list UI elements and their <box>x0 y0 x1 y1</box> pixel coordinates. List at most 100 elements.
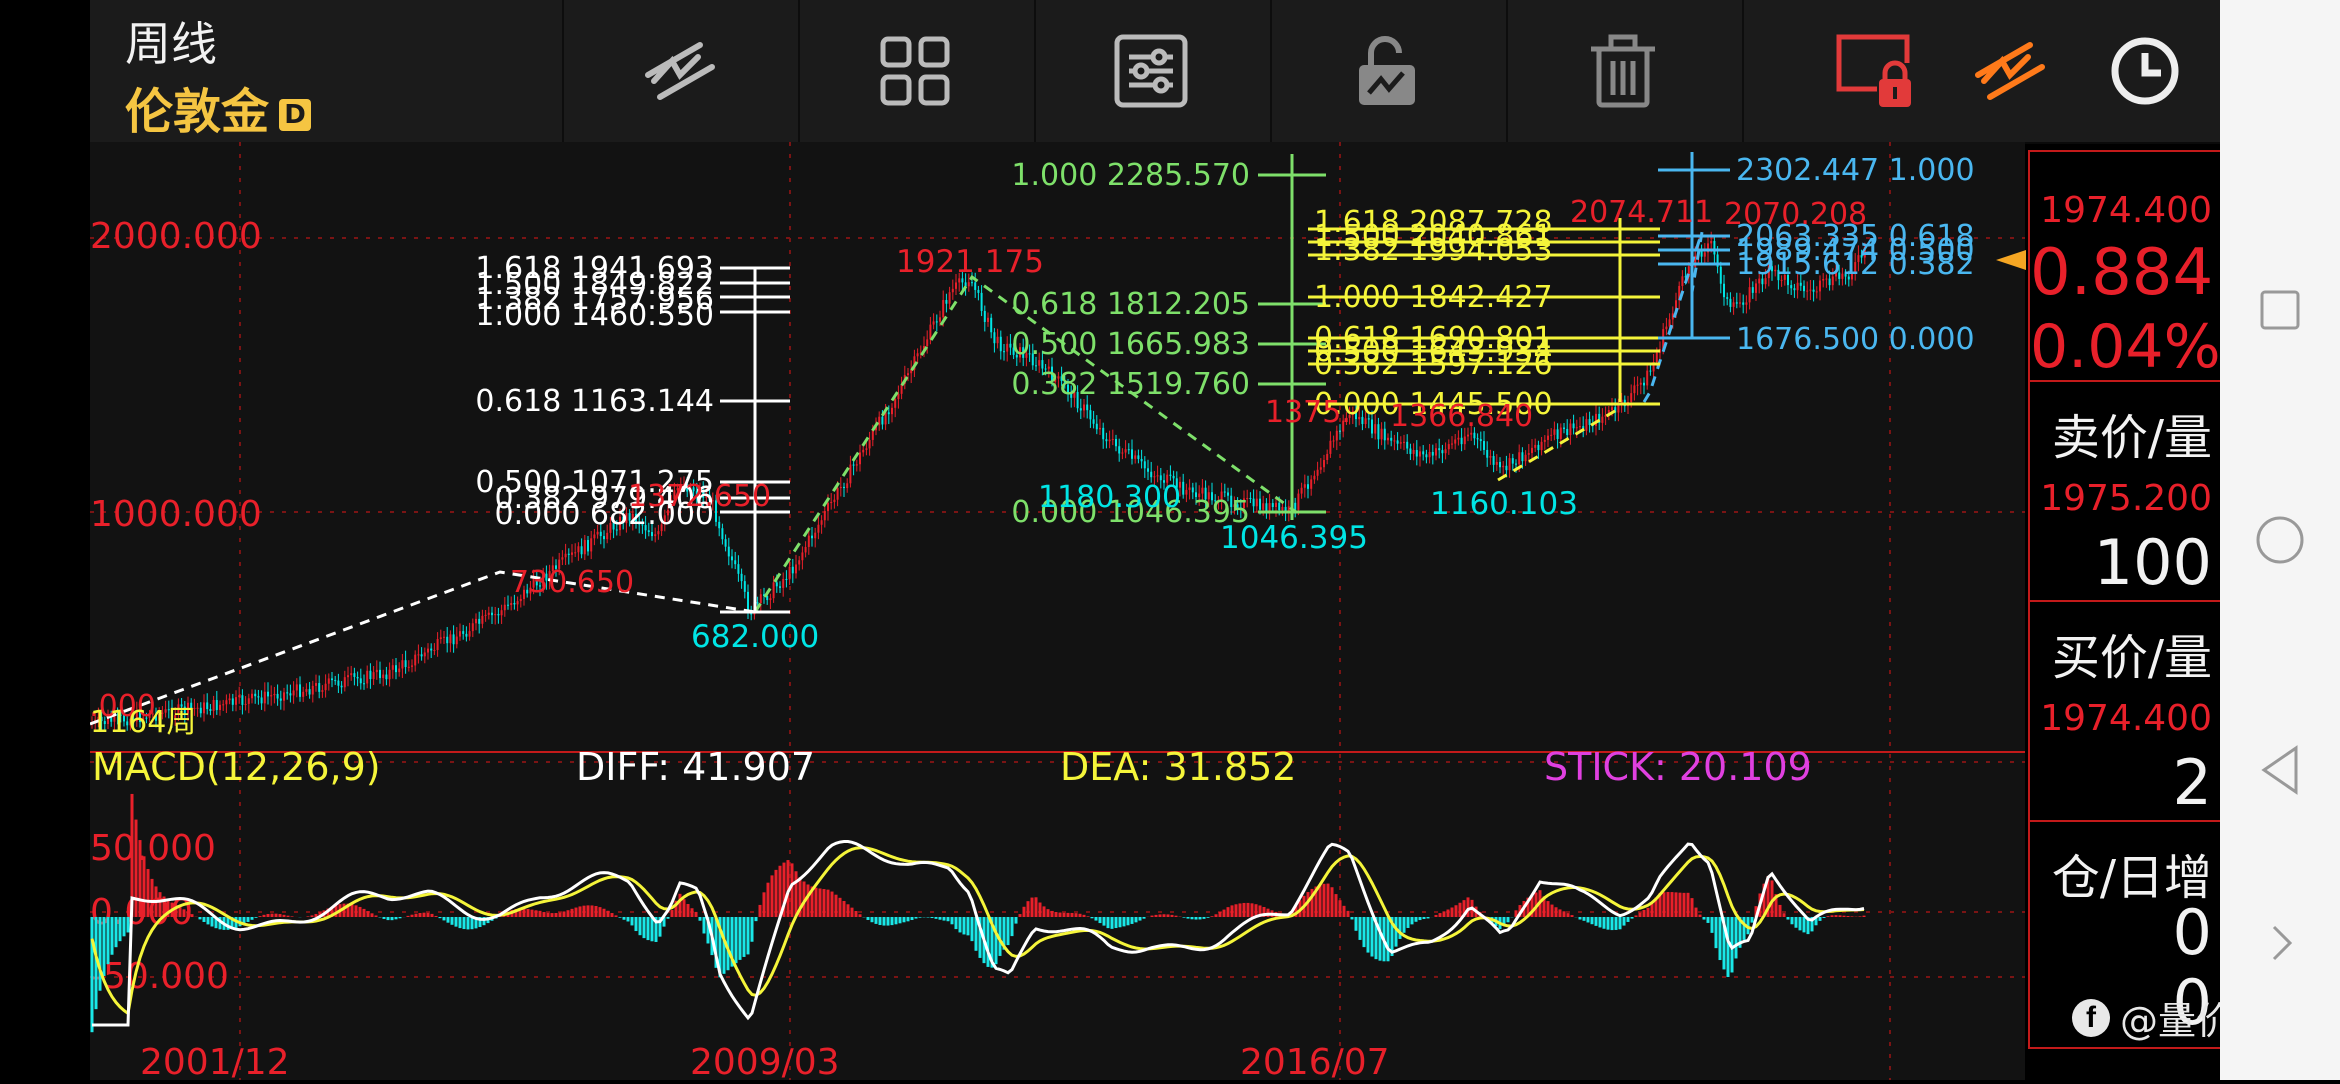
candle-body <box>1147 468 1149 471</box>
fib-green-label: 0.382 1519.760 <box>1011 367 1250 402</box>
macd-bar <box>1779 905 1782 917</box>
macd-bar <box>1235 904 1238 917</box>
macd-bar <box>207 917 210 924</box>
macd-bar <box>1047 909 1050 917</box>
candle-body <box>1310 479 1312 488</box>
macd-bar <box>1387 917 1390 961</box>
macd-bar <box>795 871 798 917</box>
toolbar-divider <box>798 0 800 142</box>
candle-body <box>1317 470 1319 476</box>
recent-apps-button[interactable] <box>2252 282 2308 338</box>
candle-body <box>654 534 656 536</box>
price-label-peak: 1921.175 <box>896 244 1044 280</box>
candle-body <box>283 692 285 700</box>
panel-divider <box>2030 600 2220 602</box>
candle-body <box>792 567 794 574</box>
macd-bar <box>1423 917 1426 919</box>
candle-body <box>248 698 250 704</box>
macd-bar <box>619 917 622 918</box>
macd-bar <box>583 906 586 917</box>
locked-screen-icon <box>1833 29 1917 113</box>
candle-body <box>1649 371 1651 372</box>
macd-bar <box>687 904 690 917</box>
layout-button[interactable] <box>870 26 960 116</box>
macd-bar <box>1831 915 1834 917</box>
candle-body <box>593 534 595 538</box>
candle-body <box>1099 428 1101 429</box>
candle-body <box>1534 445 1536 448</box>
macd-bar <box>1571 915 1574 917</box>
candle-body <box>1547 436 1549 440</box>
macd-bar <box>1563 911 1566 917</box>
candle-body <box>289 693 291 695</box>
macd-bar <box>967 917 970 935</box>
price-change: 0.884 <box>2030 236 2220 310</box>
macd-bar <box>1683 893 1686 917</box>
macd-bar <box>1195 917 1198 920</box>
instrument-title[interactable]: 周线 伦敦金D <box>90 0 560 142</box>
macd-bar <box>211 917 214 927</box>
draw-line-button[interactable] <box>635 26 725 116</box>
price-label-high: 1375. <box>1265 395 1351 430</box>
macd-bar <box>1835 915 1838 917</box>
price-chart[interactable]: 1.618 1941.693 1.500 1849.822 1.382 1757… <box>90 142 2025 1080</box>
candle-body <box>987 318 989 322</box>
macd-bar <box>1447 910 1450 917</box>
macd-bar <box>955 917 958 929</box>
candle-body <box>1390 438 1392 441</box>
candle-body <box>1150 472 1152 477</box>
macd-bar <box>883 917 886 926</box>
candle-body <box>1131 449 1133 458</box>
grid-layout-icon <box>875 31 955 111</box>
square-icon <box>2256 286 2304 334</box>
candle-body <box>238 695 240 697</box>
candle-body <box>1253 499 1255 507</box>
macd-bar <box>939 917 942 920</box>
candle-body <box>1483 441 1485 450</box>
unlock-button[interactable] <box>1342 26 1432 116</box>
macd-bar <box>1111 917 1114 929</box>
candle-body <box>491 613 493 615</box>
candle-body <box>785 579 787 580</box>
candle-body <box>277 694 279 699</box>
candle-body <box>584 540 586 554</box>
candle-body <box>1419 451 1421 456</box>
macd-bar <box>363 909 366 917</box>
indicator-settings-button[interactable] <box>1106 26 1196 116</box>
macd-bar <box>859 914 862 917</box>
candle-body <box>337 681 339 686</box>
macd-bar <box>1327 884 1330 917</box>
delete-button[interactable] <box>1578 26 1668 116</box>
draw-tool-active-button[interactable] <box>1965 26 2055 116</box>
macd-bar <box>443 917 446 920</box>
candle-body <box>485 615 487 616</box>
expand-button[interactable] <box>2252 915 2308 971</box>
back-button[interactable] <box>2252 742 2308 798</box>
chart-area[interactable]: 1.618 1941.693 1.500 1849.822 1.382 1757… <box>90 142 2025 1080</box>
macd-bar <box>1687 893 1690 917</box>
candle-body <box>744 581 746 592</box>
macd-bar <box>615 915 618 917</box>
candle-body <box>773 582 775 598</box>
macd-bar <box>1019 914 1022 917</box>
macd-bar <box>1859 916 1862 917</box>
candle-body <box>1278 503 1280 510</box>
lock-screen-button[interactable] <box>1830 26 1920 116</box>
candle-body <box>1003 351 1005 352</box>
candle-body <box>318 683 320 692</box>
candle-body <box>1525 455 1527 461</box>
candle-body <box>741 574 743 581</box>
home-button[interactable] <box>2252 512 2308 568</box>
candle-body <box>408 667 410 668</box>
y-axis-label: 2000.000 <box>90 216 262 257</box>
candle-body <box>1489 456 1491 458</box>
candle-body <box>382 675 384 679</box>
candle-body <box>203 702 205 713</box>
candle-body <box>200 708 202 714</box>
macd-bar <box>147 869 150 917</box>
time-button[interactable] <box>2100 26 2190 116</box>
candle-body <box>862 450 864 453</box>
macd-bar <box>1163 914 1166 917</box>
macd-bar <box>563 911 566 917</box>
macd-bar <box>1427 917 1430 918</box>
